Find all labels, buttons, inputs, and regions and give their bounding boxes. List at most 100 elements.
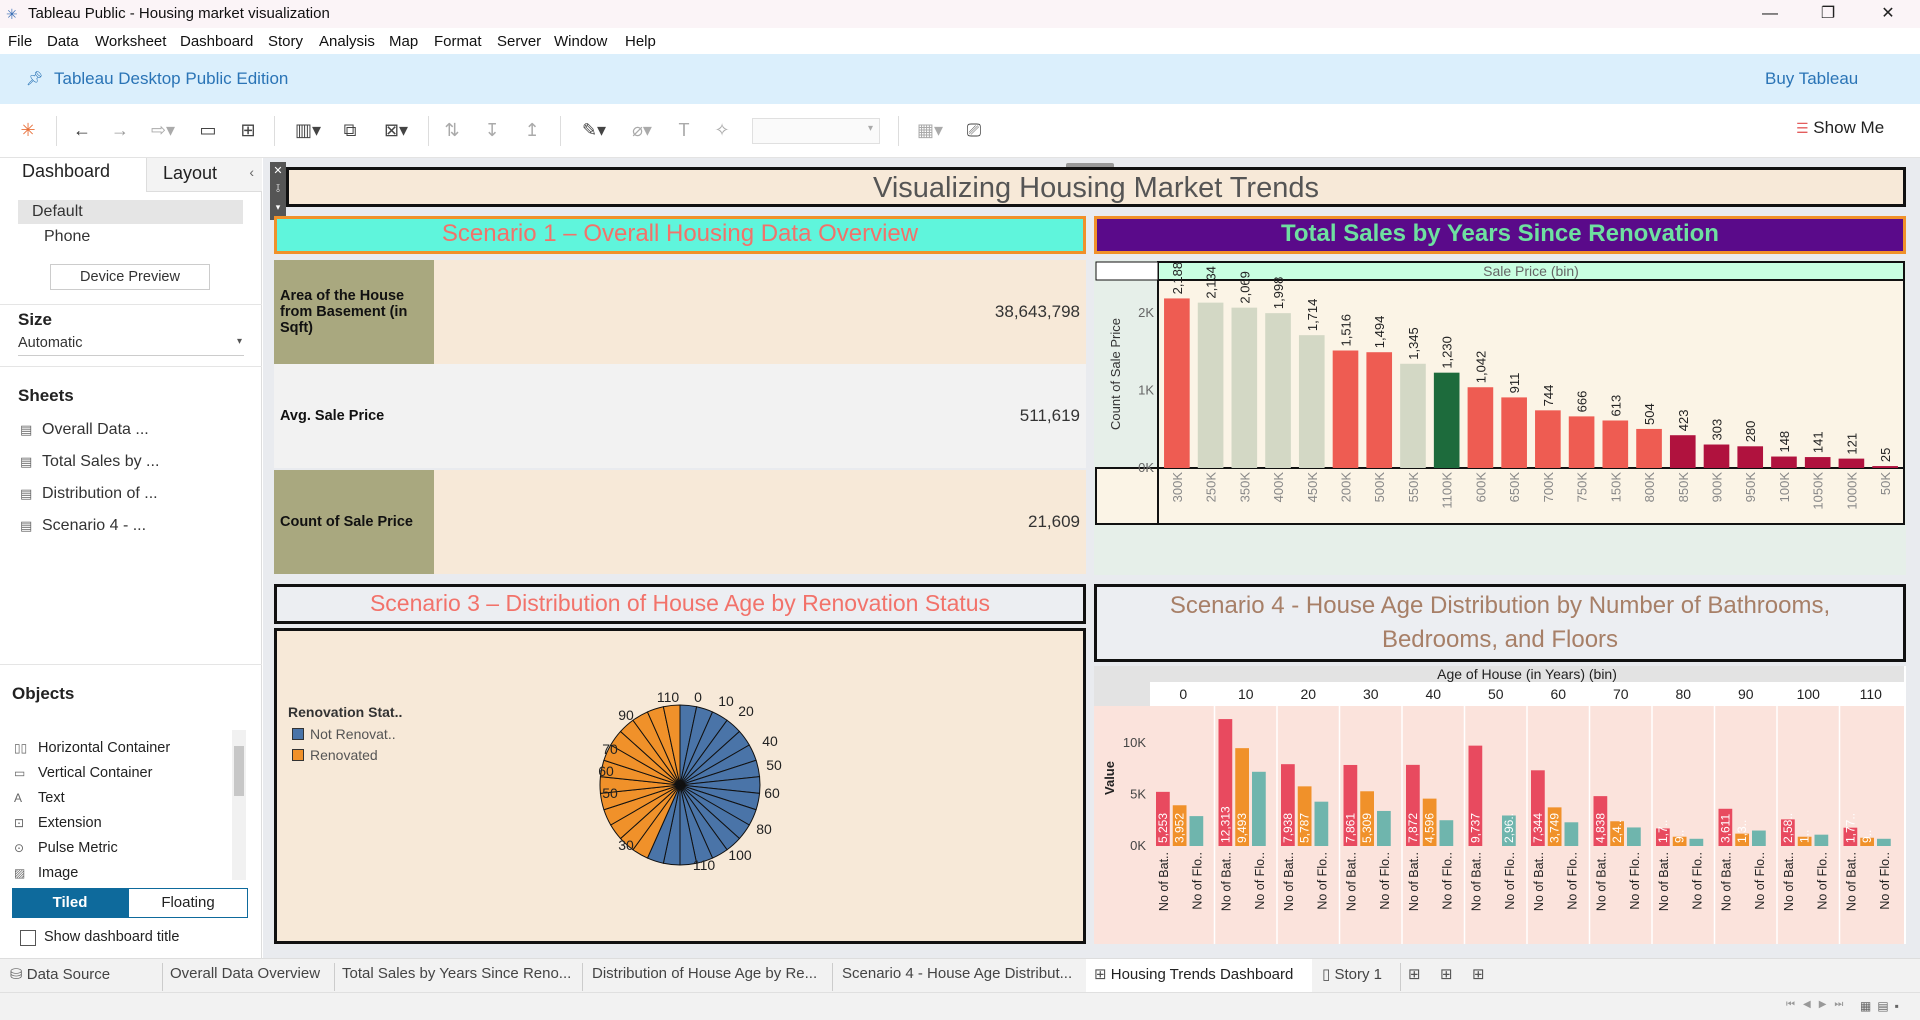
x-tick-label: 900K [1710, 472, 1725, 503]
clear-sheet-icon[interactable]: ⊠▾ [376, 119, 416, 141]
menu-format[interactable]: Format [434, 33, 482, 50]
container-handle[interactable]: ✕ ⫱ ▾ [270, 162, 286, 220]
chevron-down-icon[interactable]: ▾ [270, 198, 286, 216]
minimize-icon[interactable]: — [1750, 2, 1790, 26]
x-axis-series-label: No of Bat.. [1657, 852, 1671, 911]
series-bar [1189, 816, 1204, 846]
x-tick-label: 80 [1675, 686, 1691, 702]
menu-story[interactable]: Story [268, 33, 303, 50]
fix-axes-icon[interactable]: ✧ [710, 119, 734, 141]
x-tick-label: 1000K [1844, 472, 1859, 510]
y-tick-label: 5K [1130, 786, 1146, 801]
legend-item-renovated[interactable]: Renovated [292, 747, 378, 763]
show-title-checkbox[interactable] [20, 930, 36, 946]
tab-overall-data[interactable]: Overall Data Overview [170, 965, 320, 982]
object-horizontal-container[interactable]: ▯▯ Horizontal Container [14, 740, 170, 756]
object-vertical-container[interactable]: ▭ Vertical Container [14, 765, 152, 781]
dashboard-icon: ⊞ [1094, 966, 1107, 983]
tab-navigation-icons[interactable]: ⏮◀▶⏭ [1786, 999, 1851, 1010]
tab-scenario-4[interactable]: Scenario 4 - House Age Distribut... [842, 965, 1072, 982]
menu-file[interactable]: File [8, 33, 32, 50]
swap-icon[interactable]: ⇅ [440, 119, 464, 141]
edition-label: Tableau Desktop Public Edition [54, 69, 289, 88]
y-axis-title: Count of Sale Price [1108, 318, 1123, 430]
new-story-icon[interactable]: ⊞ [1472, 965, 1485, 983]
tab-housing-trends-dashboard[interactable]: ⊞ Housing Trends Dashboard [1086, 959, 1312, 993]
x-tick-label: 400K [1271, 472, 1286, 503]
object-pulse-metric[interactable]: ⊙ Pulse Metric [14, 840, 118, 856]
device-preview-button[interactable]: Device Preview [50, 264, 210, 290]
objects-scrollbar[interactable] [232, 730, 246, 880]
fit-dropdown[interactable]: ▾ [752, 118, 880, 144]
replay-icon[interactable]: ⇨▾ [146, 119, 180, 141]
sort-descending-icon[interactable]: ↥ [520, 119, 544, 141]
sheet-item-3[interactable]: ▤ Distribution of ... [20, 485, 158, 503]
floating-button[interactable]: Floating [128, 888, 248, 918]
group-icon[interactable]: ⌀▾ [624, 119, 660, 141]
menu-analysis[interactable]: Analysis [319, 33, 375, 50]
pin-icon[interactable]: ⫱ [270, 180, 286, 198]
tab-story-1[interactable]: ▯ Story 1 [1322, 965, 1382, 983]
menu-server[interactable]: Server [497, 33, 541, 50]
menu-worksheet[interactable]: Worksheet [95, 33, 166, 50]
save-icon[interactable]: ▭ [196, 119, 220, 141]
bar-value-label: 280 [1743, 421, 1758, 443]
restore-icon[interactable]: ❐ [1808, 2, 1848, 26]
new-worksheet-icon[interactable]: ▥▾ [288, 119, 328, 141]
sales-bar [1535, 410, 1561, 468]
new-data-source-icon[interactable]: ⊞ [236, 119, 260, 141]
redo-icon[interactable]: → [108, 119, 132, 141]
object-text[interactable]: A Text [14, 790, 65, 806]
show-cards-icon[interactable]: ▦▾ [910, 119, 950, 141]
size-dropdown[interactable]: Automatic ▾ [18, 334, 244, 356]
legend-item-not-renovated[interactable]: Not Renovat.. [292, 726, 396, 742]
pie-slice-label: 110 [657, 689, 680, 705]
bar-value-label: 303 [1710, 419, 1725, 441]
new-dashboard-icon[interactable]: ⊞ [1440, 965, 1453, 983]
x-axis-series-label: No of Bat.. [1407, 852, 1421, 911]
tableau-home-icon[interactable]: ✳ [16, 119, 40, 141]
sheet-item-1[interactable]: ▤ Overall Data ... [20, 421, 149, 439]
menu-window[interactable]: Window [554, 33, 607, 50]
highlight-icon[interactable]: ✎▾ [576, 119, 612, 141]
sheet-item-4[interactable]: ▤ Scenario 4 - ... [20, 517, 146, 535]
tab-data-source[interactable]: ⛁ Data Source [10, 965, 110, 983]
tab-distribution[interactable]: Distribution of House Age by Re... [592, 965, 817, 982]
x-axis-series-label: No of Flo.. [1315, 852, 1329, 910]
close-icon[interactable]: ✕ [1868, 2, 1908, 26]
x-axis-series-label: No of Flo.. [1690, 852, 1704, 910]
tab-total-sales[interactable]: Total Sales by Years Since Reno... [342, 965, 571, 982]
x-axis-series-label: No of Flo.. [1628, 852, 1642, 910]
collapse-icon[interactable]: ‹ [249, 164, 254, 180]
undo-icon[interactable]: ← [70, 119, 94, 141]
tab-layout[interactable]: Layout ‹ [146, 158, 262, 192]
presentation-icon[interactable]: ⎚ [962, 119, 986, 141]
object-image[interactable]: ▨ Image [14, 865, 78, 881]
tab-dashboard[interactable]: Dashboard [0, 158, 146, 192]
x-tick-label: 10 [1238, 686, 1254, 702]
sales-bar [1433, 372, 1460, 468]
menu-map[interactable]: Map [389, 33, 418, 50]
object-extension[interactable]: ⊡ Extension [14, 815, 102, 831]
new-worksheet-icon[interactable]: ⊞ [1408, 965, 1421, 983]
device-default[interactable]: Default [18, 200, 243, 224]
duplicate-icon[interactable]: ⧉ [338, 119, 362, 141]
sheet-item-2[interactable]: ▤ Total Sales by ... [20, 453, 159, 471]
device-phone[interactable]: Phone [44, 228, 90, 246]
sales-bar [1467, 387, 1494, 468]
show-me-button[interactable]: ☰ Show Me [1796, 118, 1884, 138]
sort-ascending-icon[interactable]: ↧ [480, 119, 504, 141]
menu-help[interactable]: Help [625, 33, 656, 50]
x-axis-series-label: No of Bat.. [1719, 852, 1733, 911]
menu-data[interactable]: Data [47, 33, 79, 50]
buy-tableau-link[interactable]: Buy Tableau [1765, 69, 1858, 89]
bar-value-label: 9,493 [1235, 813, 1249, 843]
bar-value-label: 7,344 [1531, 813, 1545, 843]
tiled-button[interactable]: Tiled [12, 888, 128, 918]
menu-dashboard[interactable]: Dashboard [180, 33, 253, 50]
close-icon[interactable]: ✕ [270, 162, 286, 180]
bar-value-label: 2,069 [1237, 271, 1252, 304]
show-labels-icon[interactable]: T [672, 119, 696, 141]
x-axis-series-label: No of Bat.. [1469, 852, 1483, 911]
view-mode-icons[interactable]: ▦▤▪ [1860, 999, 1905, 1013]
